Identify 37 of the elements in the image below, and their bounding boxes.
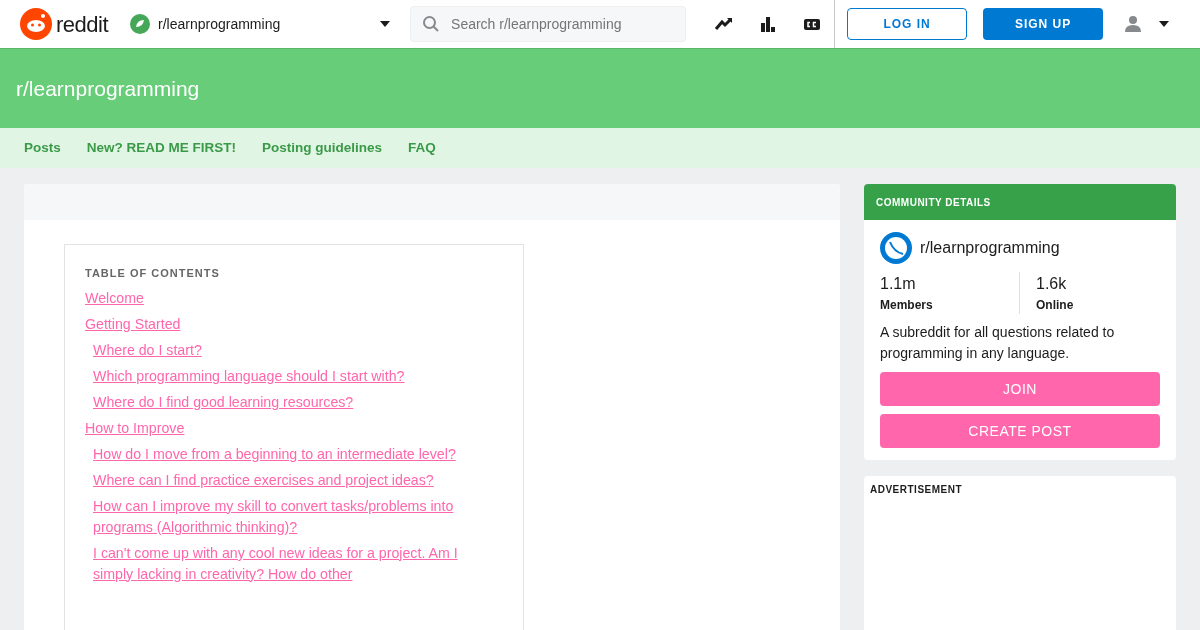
subnav-link[interactable]: FAQ xyxy=(408,137,436,159)
signup-button[interactable]: SIGN UP xyxy=(983,8,1104,40)
toc-link[interactable]: Welcome xyxy=(85,287,144,309)
stat-label: Online xyxy=(1036,297,1074,314)
community-title: r/learnprogramming xyxy=(16,75,200,102)
create-post-button[interactable]: CREATE POST xyxy=(880,414,1160,448)
community-selector[interactable]: r/learnprogramming xyxy=(130,6,391,42)
card-heading: COMMUNITY DETAILS xyxy=(876,195,991,210)
toc-link[interactable]: I can't come up with any cool new ideas for a project. Am I simply lacking in creativity? How do other xyxy=(93,542,473,585)
toc-link[interactable]: Where can I find practice exercises and project ideas? xyxy=(93,469,434,491)
stat-label: Members xyxy=(880,297,934,314)
community-icon xyxy=(880,232,912,264)
community-description: A subreddit for all questions related to programming in any language. xyxy=(880,323,1116,363)
join-button[interactable]: JOIN xyxy=(880,372,1160,406)
caret-icon xyxy=(380,21,391,27)
toc-link[interactable]: How to Improve xyxy=(85,417,185,439)
subnav-link[interactable]: Posting guidelines xyxy=(262,137,383,159)
caret-icon xyxy=(1159,21,1170,27)
community-name[interactable]: r/learnprogramming xyxy=(920,236,1060,260)
logo-icon[interactable] xyxy=(20,8,52,40)
toc-link[interactable]: Where do I find good learning resources? xyxy=(93,391,354,413)
toc-link[interactable]: Getting Started xyxy=(85,313,181,335)
subnav-link[interactable]: Posts xyxy=(24,137,61,159)
login-button[interactable]: LOG IN xyxy=(847,8,968,40)
toc-link[interactable]: How do I move from a beginning to an intermediate level? xyxy=(93,443,456,465)
logo-text[interactable]: reddit xyxy=(56,7,109,41)
subnav-link[interactable]: New? READ ME FIRST! xyxy=(86,137,237,159)
toc-link[interactable]: Which programming language should I start with? xyxy=(93,365,405,387)
community-icon xyxy=(130,14,151,34)
search-field[interactable]: Search r/learnprogramming xyxy=(410,6,687,42)
ad-label: ADVERTISEMENT xyxy=(870,483,964,497)
toc-link[interactable]: How can I improve my skill to convert tasks/problems into programs (Algorithmic thinking)? xyxy=(93,495,473,538)
toc-link[interactable]: Where do I start? xyxy=(93,339,202,361)
online-count: 1.6k xyxy=(1036,274,1068,294)
toc-title: TABLE OF CONTENTS xyxy=(85,266,221,281)
member-count: 1.1m xyxy=(880,274,917,294)
user-icon xyxy=(1123,14,1144,34)
